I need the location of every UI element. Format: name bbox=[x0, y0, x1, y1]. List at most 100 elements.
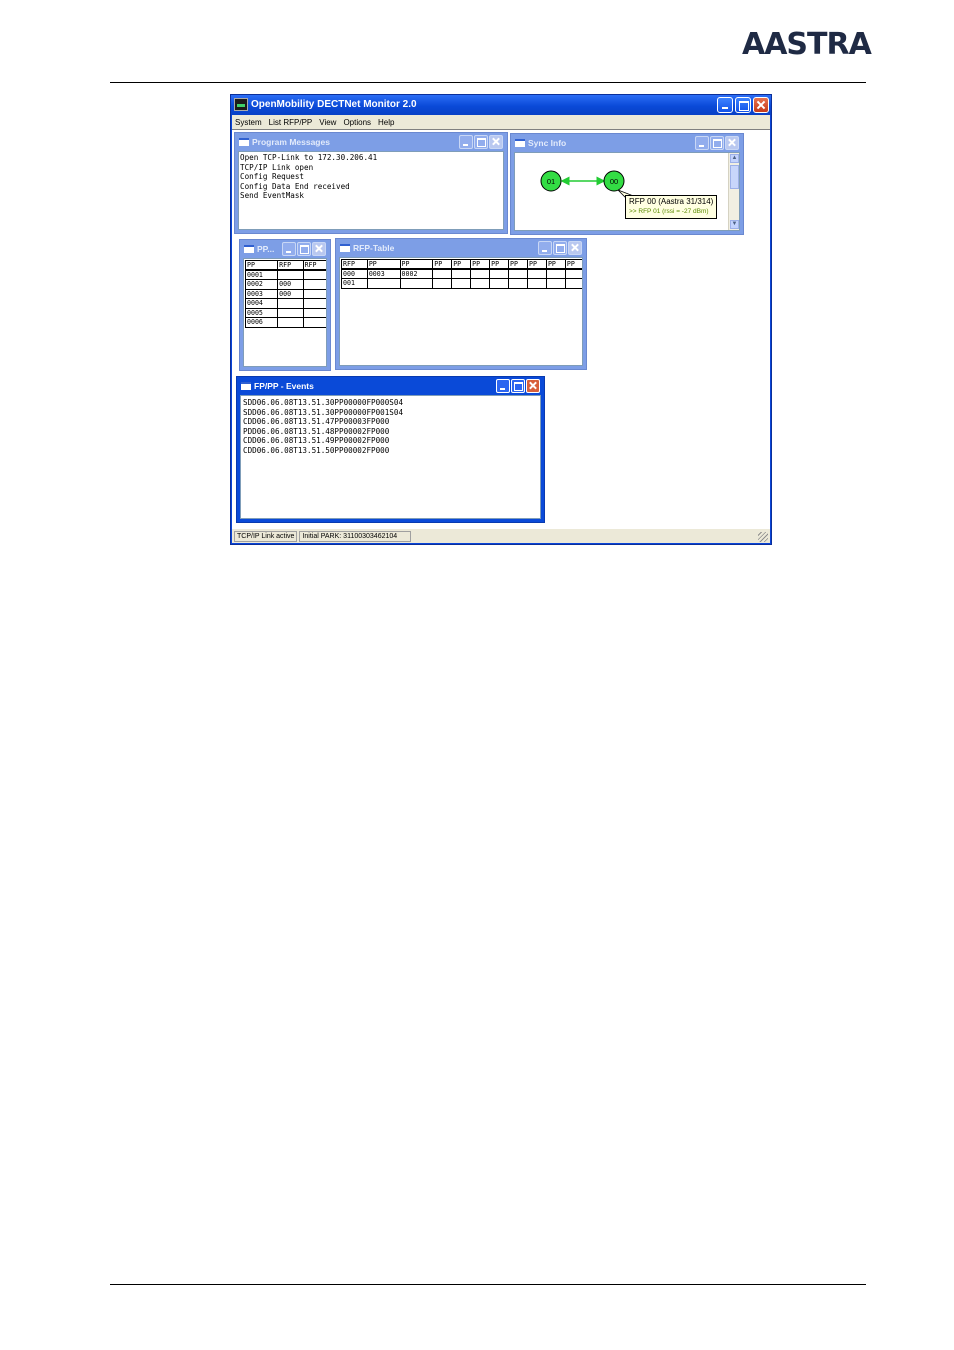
table-cell bbox=[366, 278, 401, 289]
table-row[interactable]: 0002 000 bbox=[244, 279, 326, 290]
column-header[interactable]: PP bbox=[545, 259, 566, 270]
table-row[interactable]: 0006 bbox=[244, 317, 326, 328]
maximize-button[interactable] bbox=[474, 135, 488, 149]
status-park: Initial PARK: 31100303462104 bbox=[299, 530, 412, 542]
close-button[interactable] bbox=[312, 242, 326, 256]
column-header[interactable]: PP bbox=[508, 259, 528, 270]
window-icon bbox=[239, 138, 249, 146]
events-title: FP/PP - Events bbox=[254, 381, 314, 391]
close-button[interactable] bbox=[526, 379, 540, 393]
status-link: TCP/IP Link active bbox=[234, 530, 298, 542]
pp-title-bar[interactable]: PP... bbox=[243, 240, 327, 258]
tooltip-detail: >> RFP 01 (rssi = -27 dBm) bbox=[629, 208, 709, 215]
menu-help[interactable]: Help bbox=[378, 118, 394, 127]
table-row[interactable]: 0001 bbox=[244, 269, 326, 280]
rfp-table-area: RFP PP PP PP PP PP PP PP PP PP PP 000 00… bbox=[339, 257, 583, 366]
sync-graph: 01 00 bbox=[540, 170, 632, 200]
scroll-up-arrow[interactable]: ▲ bbox=[730, 154, 739, 163]
minimize-button[interactable] bbox=[459, 135, 473, 149]
menu-list-rfp-pp[interactable]: List RFP/PP bbox=[269, 118, 313, 127]
close-button[interactable] bbox=[753, 97, 769, 113]
scroll-down-arrow[interactable]: ▼ bbox=[730, 220, 739, 229]
table-cell: 000 bbox=[277, 288, 304, 299]
events-title-bar[interactable]: FP/PP - Events bbox=[240, 377, 541, 395]
table-cell: 000 bbox=[277, 279, 304, 290]
program-messages-title: Program Messages bbox=[252, 137, 330, 147]
column-header[interactable]: RFP bbox=[341, 259, 368, 270]
close-button[interactable] bbox=[568, 241, 582, 255]
sync-info-title-bar[interactable]: Sync Info bbox=[514, 134, 740, 152]
table-cell: 001 bbox=[341, 278, 368, 289]
sync-graph-area[interactable]: 01 00 RFP 00 (Aastra 31/314) >> RFP 01 (… bbox=[514, 152, 740, 231]
table-cell bbox=[277, 317, 304, 328]
maximize-button[interactable] bbox=[553, 241, 567, 255]
column-header[interactable]: PP bbox=[432, 259, 453, 270]
table-cell bbox=[432, 278, 453, 289]
pp-title: PP... bbox=[257, 244, 275, 254]
rfp-node-00-label: 00 bbox=[610, 177, 618, 186]
maximize-button[interactable] bbox=[735, 97, 751, 113]
table-row[interactable]: 001 bbox=[341, 278, 582, 289]
maximize-button[interactable] bbox=[710, 136, 724, 150]
menu-options[interactable]: Options bbox=[343, 118, 371, 127]
table-row[interactable]: 0004 bbox=[244, 298, 326, 309]
table-row[interactable]: 0003 000 bbox=[244, 288, 326, 299]
maximize-button[interactable] bbox=[297, 242, 311, 256]
table-cell bbox=[302, 279, 326, 290]
program-messages-window: Program Messages Open TCP-Link to 172.30… bbox=[234, 132, 508, 234]
minimize-button[interactable] bbox=[282, 242, 296, 256]
status-bar: TCP/IP Link active Initial PARK: 3110030… bbox=[232, 529, 770, 543]
scroll-thumb[interactable] bbox=[730, 165, 739, 189]
column-header[interactable]: PP bbox=[451, 259, 472, 270]
vertical-scrollbar[interactable]: ▲ ▼ bbox=[728, 153, 739, 230]
events-log[interactable]: SDD06.06.08T13.51.30PP00000FP000S04 SDD0… bbox=[240, 395, 541, 519]
table-cell bbox=[277, 298, 304, 309]
table-row[interactable]: 0005 bbox=[244, 307, 326, 318]
program-messages-title-bar[interactable]: Program Messages bbox=[238, 133, 504, 151]
table-cell: 0001 bbox=[244, 269, 279, 280]
close-button[interactable] bbox=[725, 136, 739, 150]
app-icon bbox=[234, 98, 248, 111]
column-header[interactable]: PP bbox=[489, 259, 510, 270]
table-cell bbox=[564, 268, 582, 279]
minimize-button[interactable] bbox=[717, 97, 733, 113]
event-line: CDD06.06.08T13.51.50PP00002FP000 bbox=[243, 445, 390, 455]
table-row[interactable]: 000 0003 0002 bbox=[341, 268, 582, 279]
events-window: FP/PP - Events SDD06.06.08T13.51.30PP000… bbox=[236, 376, 545, 523]
column-header[interactable]: RFP bbox=[277, 260, 304, 271]
event-line: SDD06.06.08T13.51.30PP00000FP000S04 bbox=[243, 398, 404, 407]
minimize-button[interactable] bbox=[538, 241, 552, 255]
table-cell bbox=[302, 317, 326, 328]
table-cell bbox=[545, 268, 566, 279]
column-header[interactable]: PP bbox=[527, 259, 547, 270]
window-icon bbox=[244, 245, 254, 253]
table-cell bbox=[508, 278, 528, 289]
column-header[interactable]: PP bbox=[244, 260, 279, 271]
menu-system[interactable]: System bbox=[235, 118, 262, 127]
pp-table: PP RFP RFP 0001 0002 000 0003 000 0004 000… bbox=[244, 260, 326, 328]
close-button[interactable] bbox=[489, 135, 503, 149]
column-header[interactable]: PP bbox=[366, 259, 401, 270]
table-cell bbox=[302, 288, 326, 299]
rfp-table-title-bar[interactable]: RFP-Table bbox=[339, 239, 583, 257]
app-title-bar[interactable]: OpenMobility DECTNet Monitor 2.0 bbox=[231, 95, 771, 115]
mdi-client-area: Program Messages Open TCP-Link to 172.30… bbox=[232, 129, 770, 529]
pp-window: PP... PP RFP RFP 0001 0002000 0003000 bbox=[239, 239, 331, 371]
minimize-button[interactable] bbox=[695, 136, 709, 150]
column-header[interactable]: PP bbox=[470, 259, 491, 270]
log-line: Config Request bbox=[240, 172, 305, 182]
table-cell bbox=[302, 298, 326, 309]
maximize-button[interactable] bbox=[511, 379, 525, 393]
column-header[interactable]: PP bbox=[564, 259, 582, 270]
program-messages-log[interactable]: Open TCP-Link to 172.30.206.41 TCP/IP Li… bbox=[238, 151, 504, 230]
pp-table-area: PP RFP RFP 0001 0002 000 0003 000 0004 000… bbox=[243, 258, 327, 367]
sync-info-window: Sync Info 01 00 RFP 00 (Aastra 31/314) >… bbox=[510, 133, 744, 235]
menu-view[interactable]: View bbox=[319, 118, 336, 127]
column-header[interactable]: RFP bbox=[302, 260, 326, 271]
table-cell bbox=[470, 268, 491, 279]
table-cell: 0003 bbox=[366, 268, 401, 279]
column-header[interactable]: PP bbox=[399, 259, 434, 270]
resize-grip[interactable] bbox=[758, 532, 768, 542]
minimize-button[interactable] bbox=[496, 379, 510, 393]
table-cell bbox=[302, 307, 326, 318]
